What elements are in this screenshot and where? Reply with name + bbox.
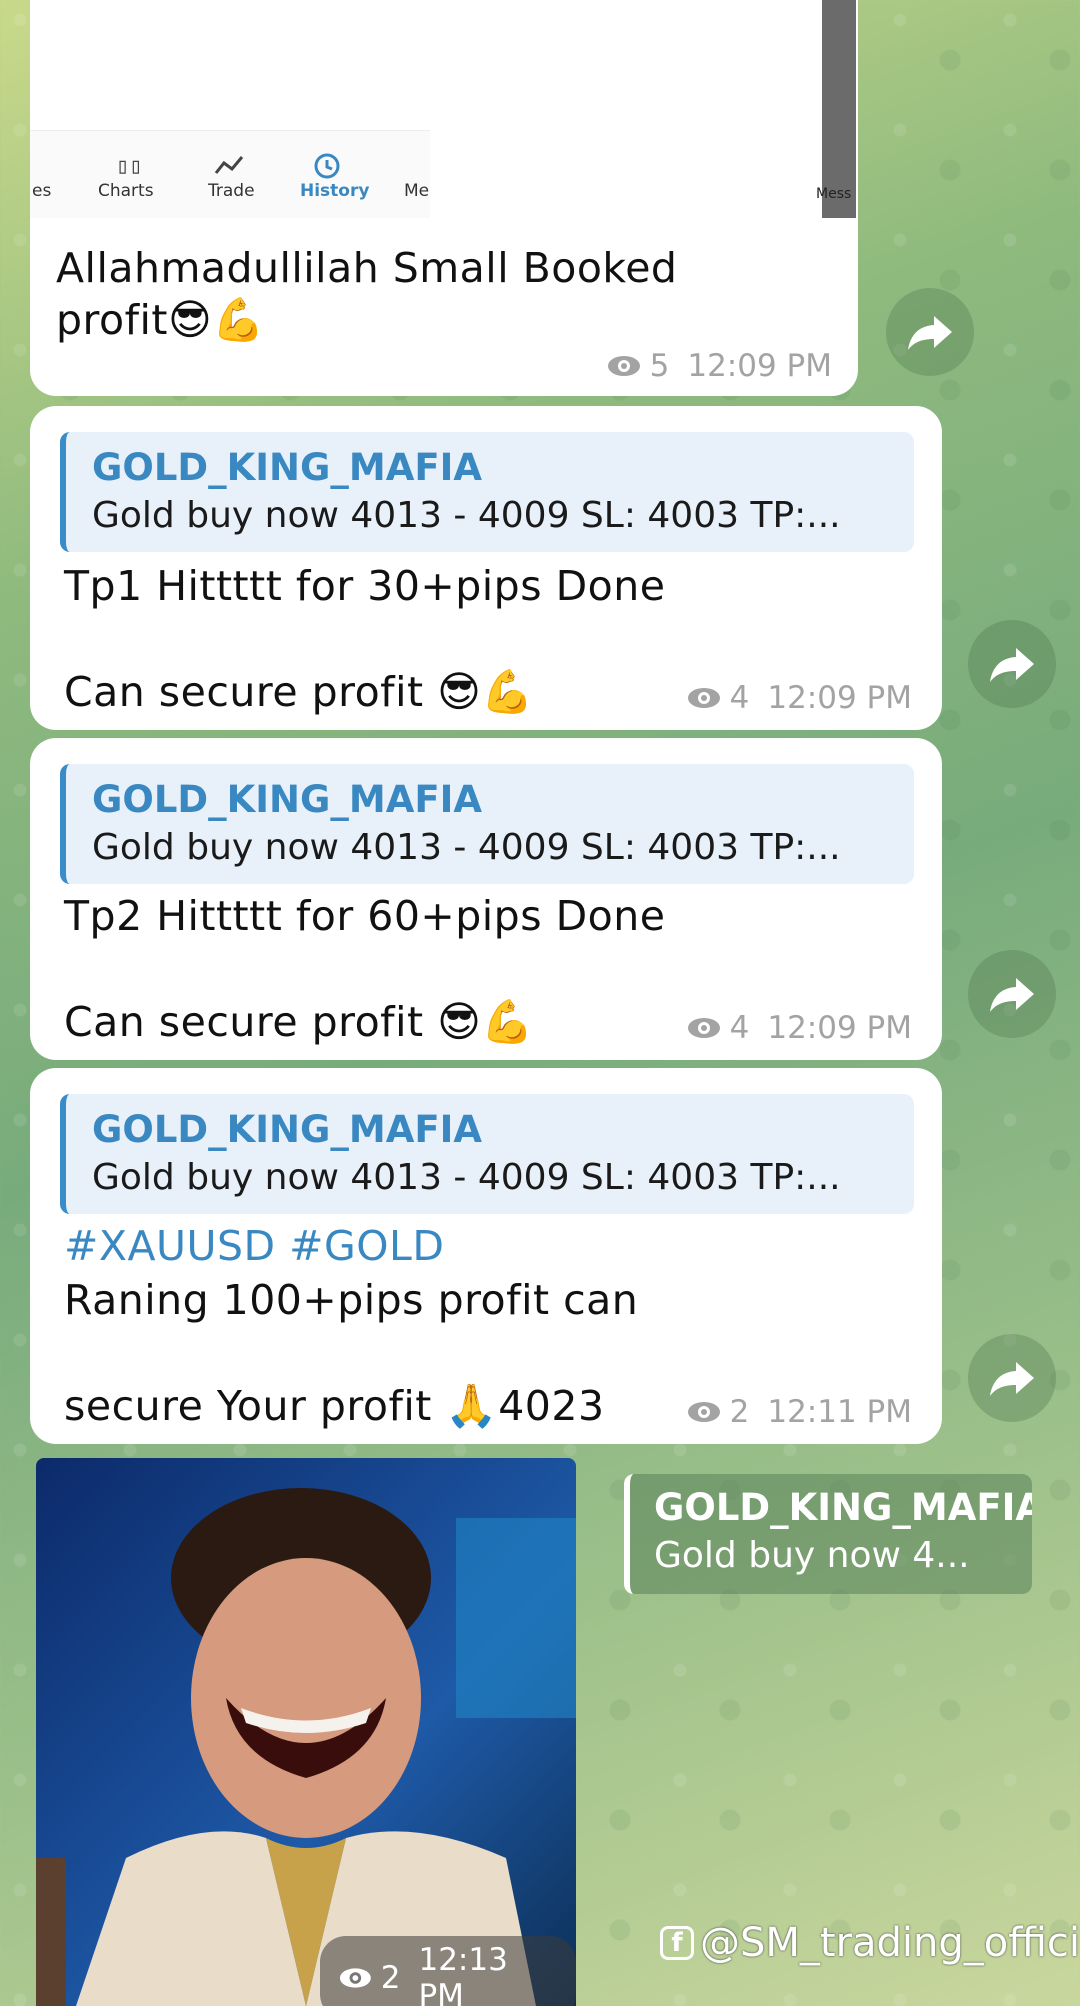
message-bubble-1[interactable]: es ▯▯ Charts Trade History Me Mess Allah… bbox=[30, 0, 858, 396]
share-button[interactable] bbox=[968, 620, 1056, 708]
share-icon bbox=[990, 648, 1034, 682]
history-icon bbox=[312, 151, 342, 185]
views-count: 4 bbox=[729, 1010, 750, 1046]
watermark: f @SM_trading_official bbox=[660, 1920, 1080, 1966]
message-line-1: Tp1 Hittttt for 30+pips Done bbox=[64, 562, 666, 610]
message-meta: 4 12:09 PM bbox=[686, 1010, 912, 1046]
views-count: 5 bbox=[649, 348, 670, 384]
reply-quote[interactable]: GOLD_KING_MAFIA Gold buy now 4013 - 4009… bbox=[60, 764, 914, 884]
share-icon bbox=[990, 978, 1034, 1012]
message-time: 12:09 PM bbox=[767, 1010, 912, 1046]
trade-icon bbox=[214, 153, 246, 181]
photo-message[interactable]: 2 12:13 PM bbox=[36, 1458, 576, 2006]
emoji: 😎💪 bbox=[437, 997, 535, 1046]
screenshot-tabbar: es ▯▯ Charts Trade History Me bbox=[30, 130, 430, 218]
message-line-1: Raning 100+pips profit can bbox=[64, 1276, 639, 1324]
reply-quote-text: Gold buy now 4013 - 4009 SL: 4003 TP:... bbox=[92, 495, 841, 536]
reply-quote-title: GOLD_KING_MAFIA bbox=[92, 446, 483, 489]
emoji: 😎💪 bbox=[437, 667, 535, 716]
reply-quote-title: GOLD_KING_MAFIA bbox=[654, 1486, 1032, 1529]
message-time: 12:11 PM bbox=[767, 1394, 912, 1430]
message-line-2-row: secure Your profit 🙏4023 bbox=[64, 1380, 605, 1432]
laughing-man-image bbox=[36, 1458, 576, 2006]
message-meta: 2 12:11 PM bbox=[686, 1394, 912, 1430]
message-time: 12:09 PM bbox=[687, 348, 832, 384]
message-line-2: Can secure profit bbox=[64, 668, 438, 716]
message-time: 12:09 PM bbox=[767, 680, 912, 716]
message-meta: 4 12:09 PM bbox=[686, 680, 912, 716]
views-icon bbox=[687, 1402, 720, 1422]
message-bubble-3[interactable]: GOLD_KING_MAFIA Gold buy now 4013 - 4009… bbox=[30, 738, 942, 1060]
tab-charts: Charts bbox=[98, 181, 154, 201]
message-line-2-suffix: 4023 bbox=[498, 1382, 605, 1430]
message-line-2: Can secure profit bbox=[64, 998, 438, 1046]
message-line-1: Allahmadullilah Small Booked bbox=[56, 244, 678, 292]
watermark-text: @SM_trading_official bbox=[700, 1920, 1080, 1966]
reply-quote-text: Gold buy now 4013 - 4009 SL: 4003 TP:... bbox=[92, 1157, 841, 1198]
share-icon bbox=[908, 316, 952, 350]
message-time: 12:13 PM bbox=[418, 1942, 508, 2006]
views-icon bbox=[607, 356, 640, 376]
views-count: 2 bbox=[380, 1960, 401, 1996]
message-line-1: Tp2 Hittttt for 60+pips Done bbox=[64, 892, 666, 940]
share-button[interactable] bbox=[968, 1334, 1056, 1422]
tab-trade: Trade bbox=[208, 181, 255, 201]
views-count: 4 bbox=[729, 680, 750, 716]
views-icon bbox=[339, 1968, 371, 1988]
tab-history: History bbox=[300, 181, 370, 201]
photo-meta: 2 12:13 PM bbox=[320, 1936, 576, 2006]
views-icon bbox=[687, 688, 720, 708]
reply-quote-title: GOLD_KING_MAFIA bbox=[92, 778, 483, 821]
message-line-2: profit bbox=[56, 296, 168, 344]
views-icon bbox=[687, 1018, 720, 1038]
message-line-2-row: Can secure profit 😎💪 bbox=[64, 996, 534, 1048]
reply-quote[interactable]: GOLD_KING_MAFIA Gold buy now 4013 - 4009… bbox=[60, 432, 914, 552]
emoji: 😎💪 bbox=[167, 295, 266, 344]
reply-quote-text: Gold buy now 4013 - 4009 SL: 4003 TP:... bbox=[92, 827, 841, 868]
hashtags[interactable]: #XAUUSD #GOLD bbox=[64, 1220, 444, 1272]
message-meta: 5 12:09 PM bbox=[606, 348, 832, 384]
reply-quote-text: Gold buy now 4... bbox=[654, 1535, 970, 1576]
reply-quote[interactable]: GOLD_KING_MAFIA Gold buy now 4013 - 4009… bbox=[60, 1094, 914, 1214]
message-bubble-2[interactable]: GOLD_KING_MAFIA Gold buy now 4013 - 4009… bbox=[30, 406, 942, 730]
charts-icon: ▯▯ bbox=[116, 154, 143, 179]
views-count: 2 bbox=[729, 1394, 750, 1430]
tab-es: es bbox=[32, 181, 52, 201]
tab-me: Me bbox=[404, 181, 430, 201]
message-text: Allahmadullilah Small Booked profit😎💪 bbox=[56, 242, 677, 346]
share-icon bbox=[990, 1362, 1034, 1396]
facebook-icon: f bbox=[660, 1926, 694, 1960]
reply-quote-title: GOLD_KING_MAFIA bbox=[92, 1108, 483, 1151]
share-button[interactable] bbox=[968, 950, 1056, 1038]
emoji: 🙏 bbox=[445, 1381, 499, 1430]
photo-reply-quote[interactable]: GOLD_KING_MAFIA Gold buy now 4... bbox=[624, 1474, 1032, 1594]
message-line-2: secure Your profit bbox=[64, 1382, 446, 1430]
screenshot-image[interactable]: es ▯▯ Charts Trade History Me Mess bbox=[30, 0, 858, 218]
message-bubble-4[interactable]: GOLD_KING_MAFIA Gold buy now 4013 - 4009… bbox=[30, 1068, 942, 1444]
share-button[interactable] bbox=[886, 288, 974, 376]
tab-messages: Mess bbox=[816, 186, 852, 202]
message-line-2-row: Can secure profit 😎💪 bbox=[64, 666, 534, 718]
